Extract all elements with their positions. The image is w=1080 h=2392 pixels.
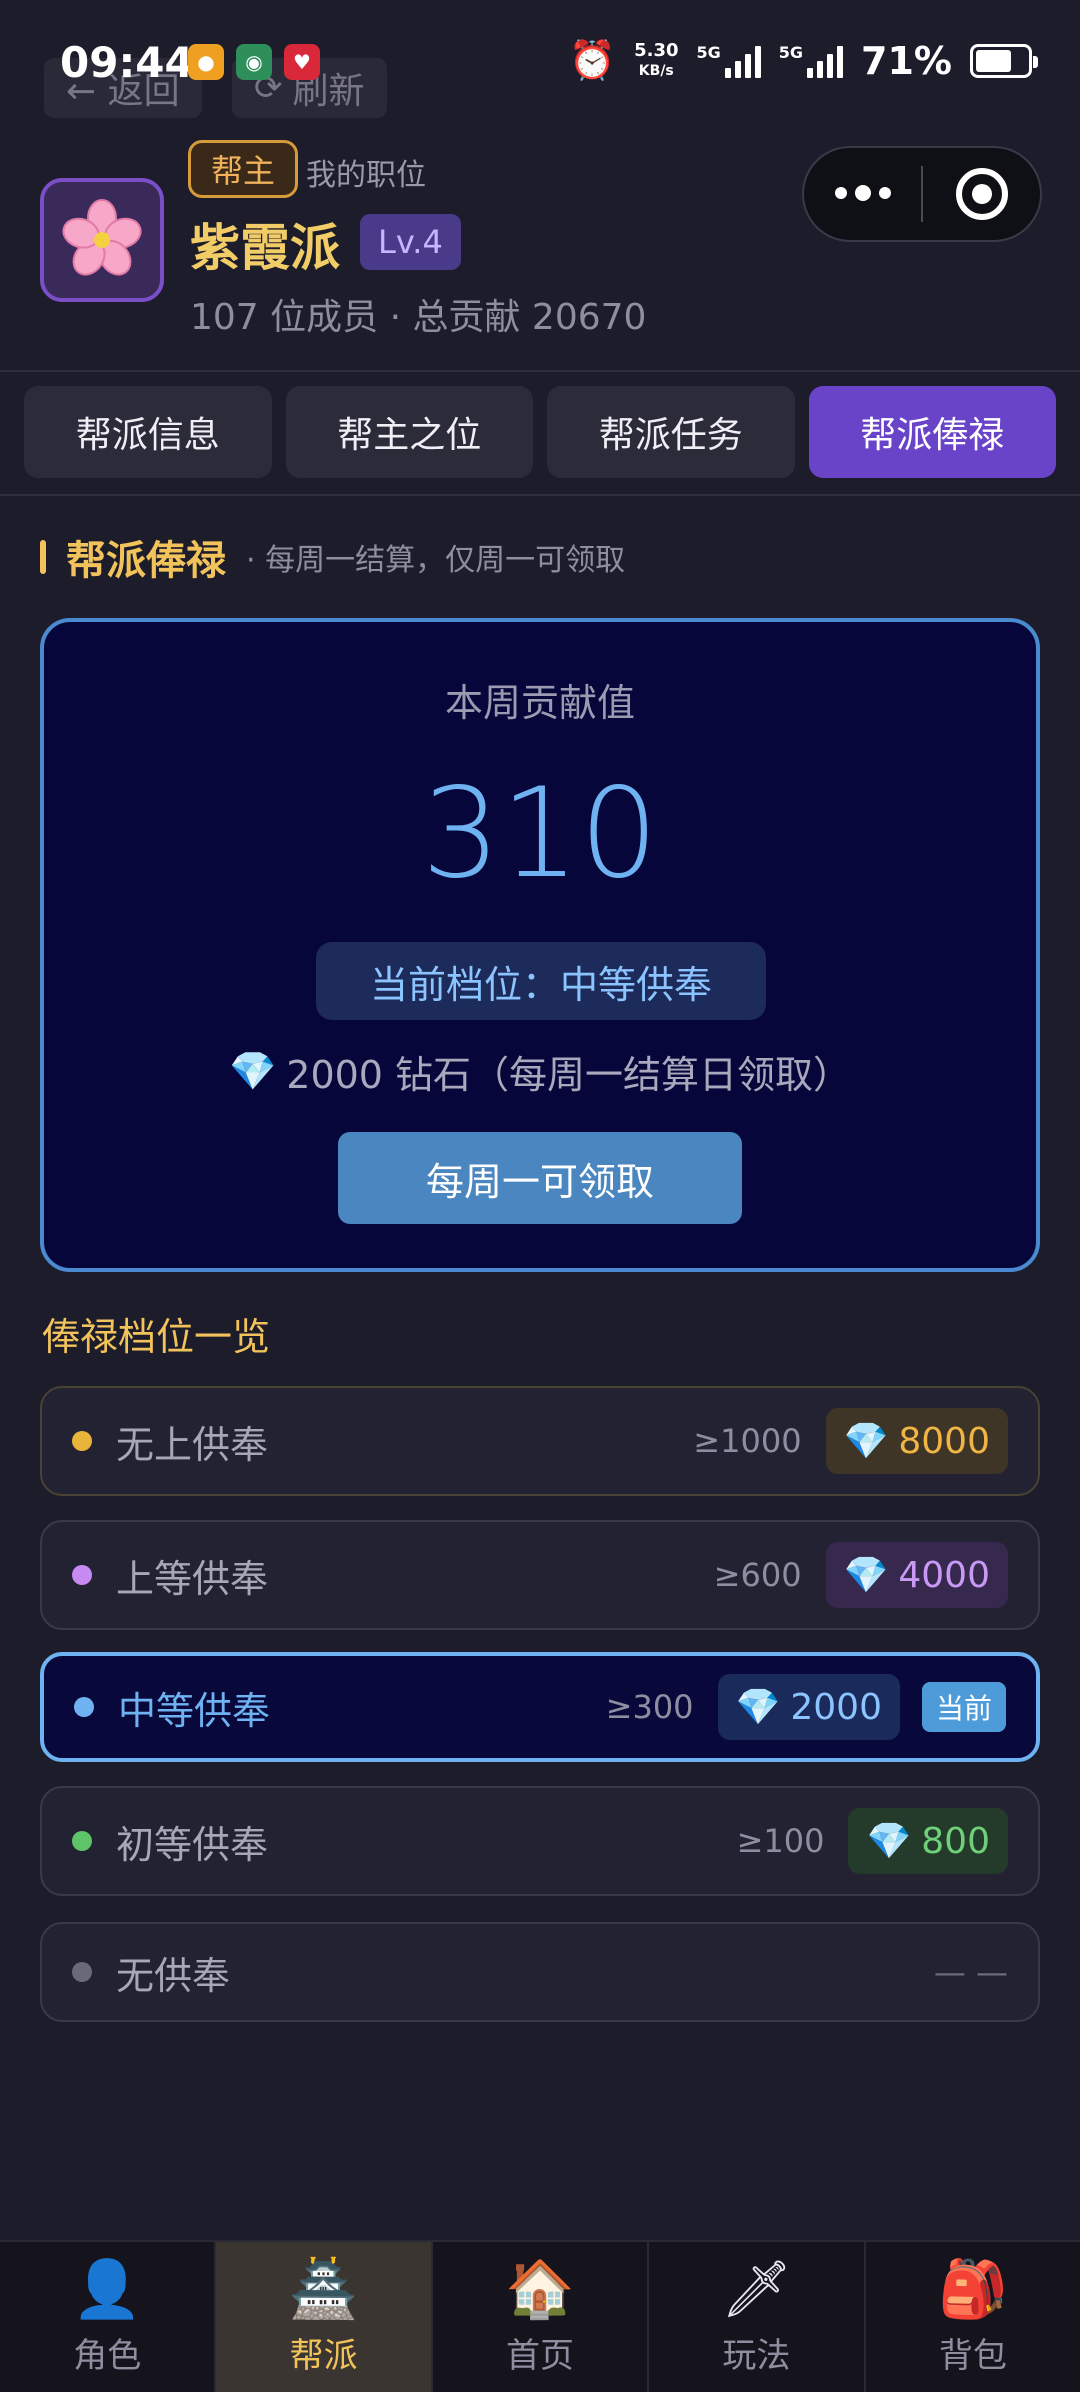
weekly-contribution-card: 本周贡献值 310 当前档位：中等供奉 💎 2000 钻石（每周一结算日领取） …: [40, 618, 1040, 1272]
nav-role[interactable]: 👤 角色: [0, 2242, 217, 2392]
tier-reward-value: 800: [921, 1820, 990, 1862]
reward-text: 2000 钻石（每周一结算日领取）: [286, 1053, 852, 1097]
role-caption: 我的职位: [306, 158, 426, 193]
status-time: 09:44: [60, 38, 194, 87]
sword-icon: 🗡: [720, 2256, 792, 2322]
tier-row: 无供奉 — —: [40, 1922, 1040, 2022]
current-tag: 当前: [921, 1682, 1006, 1732]
guild-stats: 107 位成员 · 总贡献 20670: [190, 297, 647, 338]
nav-label: 背包: [938, 2335, 1007, 2376]
nav-gameplay[interactable]: 🗡 玩法: [649, 2242, 866, 2392]
status-right: ⏰ 5.30 KB/s 5G 5G 71%: [568, 38, 1038, 83]
person-icon: 👤: [72, 2256, 143, 2322]
claim-button[interactable]: 每周一可领取: [338, 1132, 742, 1224]
tier-reward-value: 8000: [898, 1420, 990, 1462]
shopping-notification-icon: ♥: [284, 44, 320, 80]
castle-icon: 🏯: [288, 2256, 359, 2322]
tier-reward: 💎 8000: [825, 1408, 1008, 1474]
tier-row: 上等供奉 ≥600 💎 4000: [40, 1520, 1040, 1630]
signal-1: 5G: [696, 42, 761, 78]
weekly-label: 本周贡献值: [444, 681, 635, 725]
net-type-1: 5G: [696, 42, 721, 62]
status-bar: ← 返回 ⟳ 刷新 09:44 ● ◉ ♥ ⏰ 5.30 KB/s 5G 5G: [0, 0, 1080, 120]
battery-icon: [970, 43, 1038, 78]
nav-label: 玩法: [722, 2335, 791, 2376]
tab-guild-salary[interactable]: 帮派俸禄: [808, 386, 1056, 478]
tier-name: 初等供奉: [116, 1822, 269, 1867]
bank-notification-icon: ◉: [236, 44, 272, 80]
tier-row: 初等供奉 ≥100 💎 800: [40, 1786, 1040, 1896]
nav-guild[interactable]: 🏯 帮派: [216, 2242, 433, 2392]
tier-reward: 💎 800: [848, 1808, 1008, 1874]
backpack-icon: 🎒: [937, 2256, 1008, 2322]
guild-name: 紫霞派: [190, 219, 340, 277]
tier-dot: [72, 1565, 92, 1585]
tier-requirement: ≥600: [713, 1556, 802, 1594]
guild-avatar: [40, 178, 164, 302]
diamond-icon: 💎: [735, 1687, 781, 1728]
tier-name: 无供奉: [116, 1953, 231, 1998]
net-speed-unit: KB/s: [638, 62, 674, 79]
guild-tabs: 帮派信息 帮主之位 帮派任务 帮派俸禄: [24, 386, 1056, 478]
tier-row-current: 中等供奉 ≥300 💎 2000 当前: [40, 1652, 1040, 1762]
app-notification-icon: ●: [188, 44, 224, 80]
tab-guild-tasks[interactable]: 帮派任务: [547, 386, 795, 478]
guild-header: 帮主 我的职位 紫霞派 Lv.4 107 位成员 · 总贡献 20670: [0, 130, 1080, 370]
diamond-icon: 💎: [843, 1421, 889, 1462]
tier-reward-value: 4000: [898, 1554, 990, 1596]
tab-leader-seat[interactable]: 帮主之位: [285, 386, 533, 478]
tier-reward: 💎 2000: [717, 1674, 900, 1740]
alarm-icon: ⏰: [568, 38, 617, 82]
current-tier-pill: 当前档位：中等供奉: [316, 942, 766, 1020]
tier-requirement: ≥300: [605, 1688, 694, 1726]
tier-name: 中等供奉: [118, 1688, 271, 1733]
tier-dot: [74, 1697, 94, 1717]
tier-row: 无上供奉 ≥1000 💎 8000: [40, 1386, 1040, 1496]
tier-dot: [72, 1962, 92, 1982]
signal-2: 5G: [778, 42, 844, 78]
tier-reward-value: 2000: [790, 1686, 882, 1728]
net-speed-value: 5.30: [634, 39, 679, 61]
more-menu-button[interactable]: [804, 185, 921, 201]
tier-requirement: ≥1000: [693, 1422, 802, 1460]
tier-name: 上等供奉: [116, 1556, 269, 1601]
nav-home[interactable]: 🏠 首页: [433, 2242, 650, 2392]
target-icon: [955, 168, 1008, 220]
tier-list-title: 俸禄档位一览: [42, 1315, 271, 1359]
level-badge: Lv.4: [360, 214, 461, 270]
section-title: 帮派俸禄: [66, 538, 226, 584]
close-miniapp-button[interactable]: [923, 168, 1040, 220]
weekly-value: 310: [421, 762, 659, 906]
signal-bars-icon: [724, 44, 761, 78]
tier-dot: [72, 1431, 92, 1451]
miniapp-capsule: [802, 146, 1042, 242]
section-subtitle: · 每周一结算，仅周一可领取: [246, 543, 626, 578]
nav-label: 角色: [73, 2335, 142, 2376]
reward-line: 💎 2000 钻石（每周一结算日领取）: [44, 1044, 1036, 1099]
section-accent-bar: [40, 540, 46, 574]
tier-name: 无上供奉: [116, 1422, 269, 1467]
battery-percent: 71%: [861, 38, 952, 83]
diamond-icon: 💎: [843, 1555, 889, 1596]
nav-backpack[interactable]: 🎒 背包: [866, 2242, 1080, 2392]
tier-dot: [72, 1831, 92, 1851]
tab-guild-info[interactable]: 帮派信息: [24, 386, 272, 478]
bottom-nav: 👤 角色 🏯 帮派 🏠 首页 🗡 玩法 🎒 背包: [0, 2240, 1080, 2392]
nav-label: 首页: [506, 2335, 575, 2376]
tier-reward: 💎 4000: [825, 1542, 1008, 1608]
notification-icons: ● ◉ ♥: [188, 44, 320, 80]
signal-bars-icon: [807, 44, 844, 78]
diamond-icon: 💎: [228, 1049, 277, 1093]
section-header: 帮派俸禄 · 每周一结算，仅周一可领取: [40, 528, 625, 586]
net-type-2: 5G: [778, 42, 804, 62]
tier-requirement: — —: [933, 1953, 1008, 1991]
diamond-icon: 💎: [866, 1821, 912, 1862]
nav-label: 帮派: [289, 2335, 358, 2376]
sakura-icon: [62, 199, 142, 276]
role-badge: 帮主: [188, 140, 299, 198]
page: ← 返回 ⟳ 刷新 09:44 ● ◉ ♥ ⏰ 5.30 KB/s 5G 5G: [0, 0, 1080, 2392]
house-icon: 🏠: [505, 2256, 575, 2322]
tier-requirement: ≥100: [736, 1822, 825, 1860]
net-speed: 5.30 KB/s: [634, 39, 679, 81]
